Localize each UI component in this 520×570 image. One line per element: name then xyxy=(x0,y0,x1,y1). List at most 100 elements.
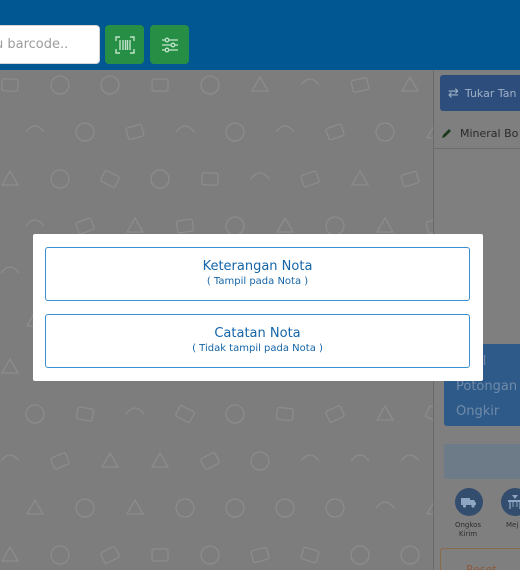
pattern-doodle xyxy=(50,545,70,565)
truck-icon xyxy=(461,498,476,508)
pattern-doodle xyxy=(250,172,270,180)
pattern-doodle xyxy=(75,217,95,235)
pattern-doodle xyxy=(0,169,20,186)
pattern-doodle xyxy=(0,545,20,562)
pattern-doodle xyxy=(400,170,420,188)
pattern-doodle xyxy=(75,498,95,518)
pattern-doodle xyxy=(200,545,220,565)
sliders-icon xyxy=(161,37,178,52)
option-title: Keterangan Nota xyxy=(202,259,313,274)
pattern-doodle xyxy=(375,501,395,509)
pencil-icon xyxy=(442,128,451,138)
top-bar: u barcode.. xyxy=(0,0,520,70)
swap-table-button[interactable]: ⇄ Tukar Tan xyxy=(440,75,520,111)
pay-button[interactable] xyxy=(444,444,520,479)
pattern-doodle xyxy=(275,216,295,233)
pattern-doodle xyxy=(325,216,345,236)
pattern-doodle xyxy=(225,498,245,518)
pattern-doodle xyxy=(425,405,433,423)
pattern-doodle xyxy=(175,218,195,234)
pattern-doodle xyxy=(125,216,145,233)
pattern-doodle xyxy=(0,454,20,462)
table-icon xyxy=(508,495,520,509)
pattern-doodle xyxy=(375,122,395,142)
table-label: Mej xyxy=(506,521,519,529)
pattern-doodle xyxy=(50,452,70,470)
pattern-doodle xyxy=(200,75,220,95)
pattern-doodle xyxy=(350,545,370,565)
pattern-doodle xyxy=(125,498,145,515)
pattern-doodle xyxy=(0,266,20,274)
reset-button[interactable]: Reset xyxy=(440,548,520,570)
pattern-doodle xyxy=(175,498,195,518)
pattern-doodle xyxy=(75,406,95,422)
pattern-doodle xyxy=(225,216,245,236)
pattern-doodle xyxy=(400,75,420,92)
pattern-doodle xyxy=(300,170,320,188)
pattern-doodle xyxy=(300,546,320,564)
pattern-doodle xyxy=(25,125,45,133)
pattern-doodle xyxy=(125,123,145,141)
pattern-doodle xyxy=(25,404,45,424)
pattern-doodle xyxy=(325,498,345,518)
option-title: Catatan Nota xyxy=(214,326,301,341)
pattern-doodle xyxy=(350,169,370,186)
pattern-doodle xyxy=(100,451,120,468)
pattern-doodle xyxy=(350,454,370,462)
swap-icon: ⇄ xyxy=(448,85,459,101)
shipping-label: Ongkir xyxy=(456,404,500,419)
pattern-doodle xyxy=(50,75,70,95)
pattern-doodle xyxy=(150,451,170,468)
pattern-doodle xyxy=(350,77,370,93)
pattern-doodle xyxy=(275,125,295,133)
pattern-doodle xyxy=(250,451,270,471)
pattern-doodle xyxy=(151,78,169,92)
pattern-doodle xyxy=(100,546,120,564)
pattern-doodle xyxy=(225,404,245,424)
pattern-doodle xyxy=(125,407,145,415)
pattern-doodle xyxy=(325,123,345,141)
table-button[interactable] xyxy=(501,488,520,516)
pattern-doodle xyxy=(175,125,195,133)
pattern-doodle xyxy=(25,219,45,227)
pattern-doodle xyxy=(300,78,320,86)
pattern-doodle xyxy=(1,77,19,93)
pattern-doodle xyxy=(250,546,270,564)
pattern-doodle xyxy=(225,122,245,142)
pattern-doodle xyxy=(400,454,420,462)
pattern-doodle xyxy=(201,172,219,186)
filter-button[interactable] xyxy=(150,25,189,64)
swap-label: Tukar Tan xyxy=(464,86,517,100)
pattern-doodle xyxy=(25,498,45,515)
pattern-doodle xyxy=(325,405,345,423)
option-subtitle: ( Tampil pada Nota ) xyxy=(206,276,309,287)
pattern-doodle xyxy=(175,405,195,423)
shipping-cost-label: Ongkos Kirim xyxy=(454,521,482,538)
order-item-name: Mineral Bo xyxy=(460,126,519,140)
pattern-doodle xyxy=(276,406,294,422)
pattern-doodle xyxy=(151,548,169,562)
pattern-doodle xyxy=(100,170,120,188)
pattern-doodle xyxy=(200,451,220,471)
pattern-doodle xyxy=(425,217,433,235)
search-input[interactable]: u barcode.. xyxy=(0,25,100,64)
receipt-note-option[interactable]: Keterangan Nota ( Tampil pada Nota ) xyxy=(45,247,470,301)
scan-barcode-button[interactable] xyxy=(105,25,144,64)
pattern-doodle xyxy=(275,498,295,518)
pattern-doodle xyxy=(250,75,270,92)
shipping-cost-button[interactable] xyxy=(455,488,483,516)
pattern-doodle xyxy=(300,454,320,462)
pattern-doodle xyxy=(75,122,95,142)
pattern-doodle xyxy=(375,216,395,233)
divider xyxy=(434,148,520,149)
option-subtitle: ( Tidak tampil pada Nota ) xyxy=(192,343,323,354)
pattern-doodle xyxy=(375,404,395,421)
order-item[interactable]: Mineral Bo xyxy=(440,122,520,144)
pattern-doodle xyxy=(150,169,170,189)
pattern-doodle xyxy=(400,545,420,565)
barcode-icon xyxy=(114,35,135,54)
internal-note-option[interactable]: Catatan Nota ( Tidak tampil pada Nota ) xyxy=(45,314,470,368)
pattern-doodle xyxy=(0,357,20,374)
note-type-dialog: Keterangan Nota ( Tampil pada Nota ) Cat… xyxy=(33,234,483,381)
pattern-doodle xyxy=(100,75,120,95)
